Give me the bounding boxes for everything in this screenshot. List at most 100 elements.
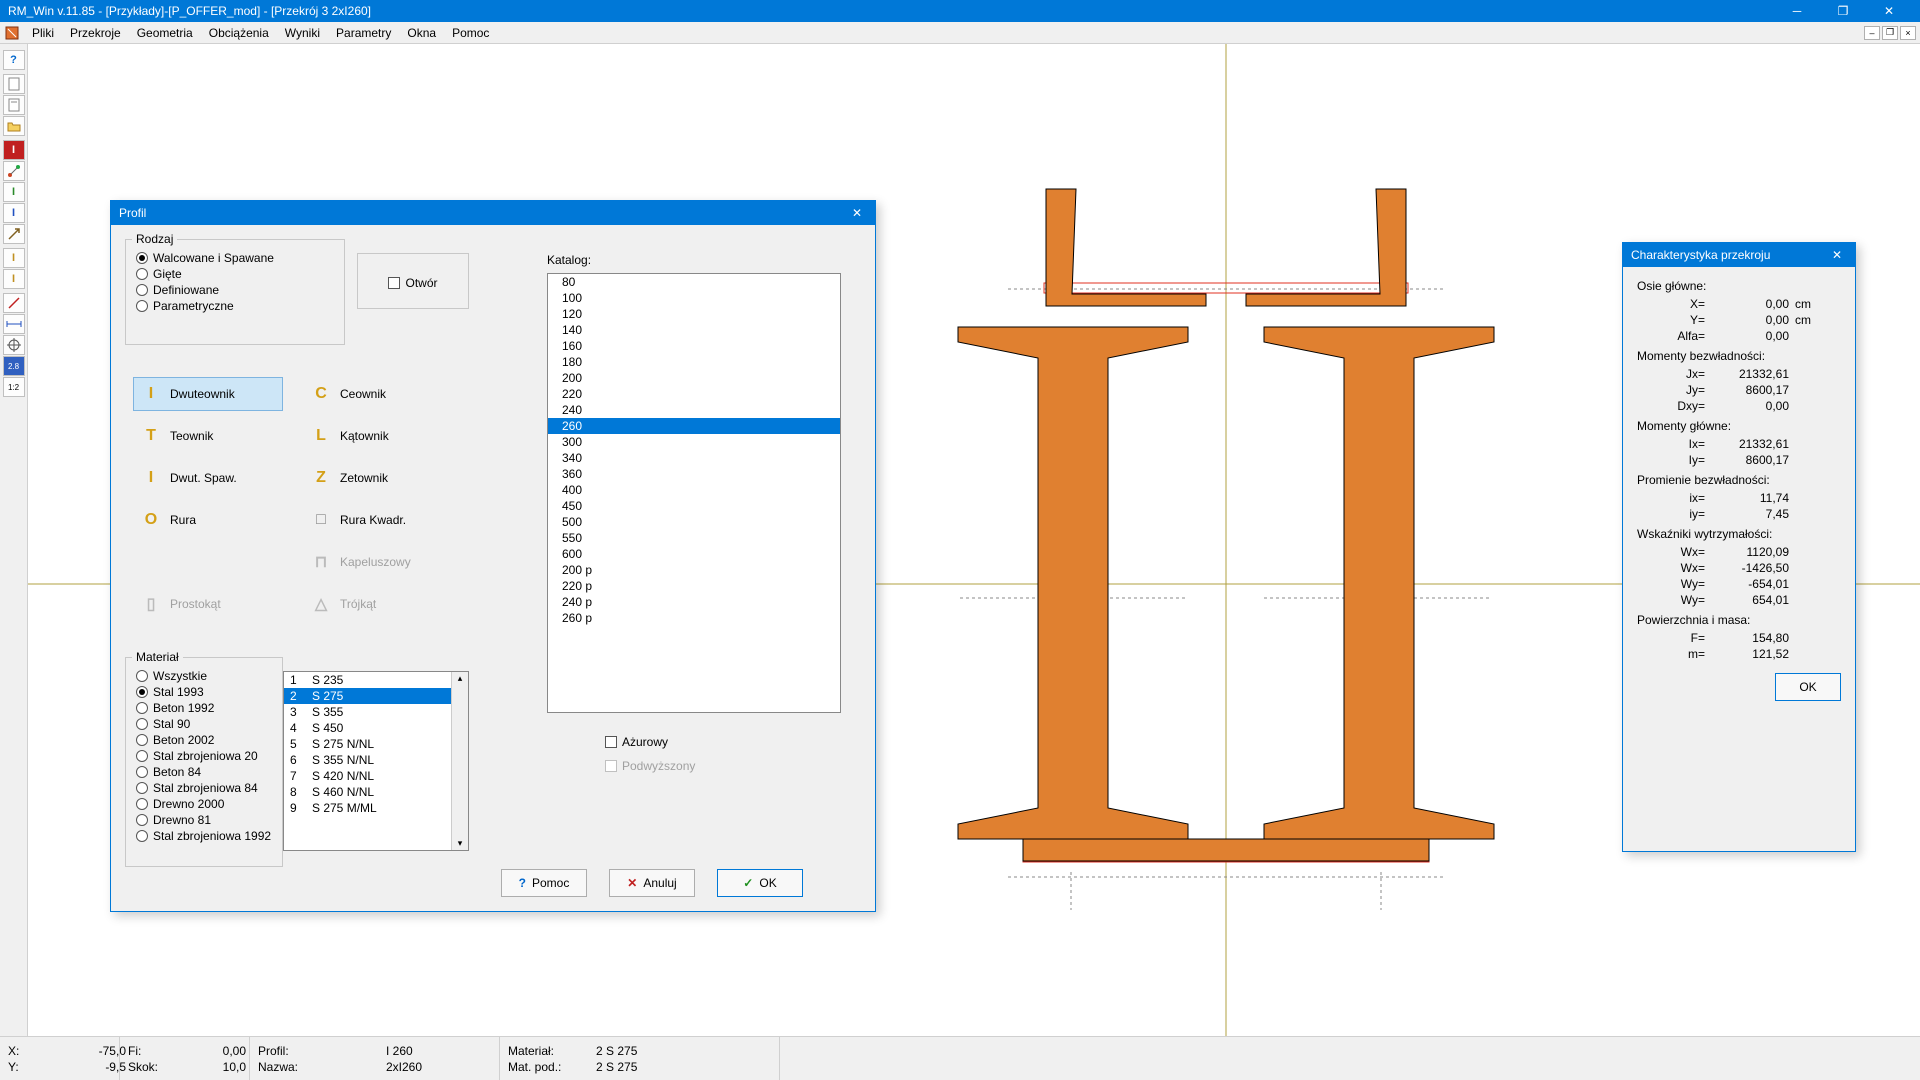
material-option[interactable]: Beton 2002 [136,732,272,748]
shape-ktownik[interactable]: LKątownik [303,419,453,453]
azurowy-checkbox[interactable]: Ażurowy [605,735,668,749]
shape-teownik[interactable]: TTeownik [133,419,283,453]
material-option[interactable]: Stal 90 [136,716,272,732]
material-item[interactable]: 4S 450 [284,720,468,736]
tool-measure[interactable] [3,293,25,313]
tool-page[interactable] [3,95,25,115]
scroll-up-icon[interactable]: ▴ [458,673,463,684]
shape-icon: O [142,511,160,529]
profile-dialog-titlebar[interactable]: Profil ✕ [111,201,875,225]
tool-scale[interactable]: 1:2 [3,377,25,397]
tool-beam-blue[interactable]: I [3,203,25,223]
shape-ceownik[interactable]: CCeownik [303,377,453,411]
close-button[interactable]: ✕ [1866,0,1912,22]
profile-dialog-close-button[interactable]: ✕ [847,206,867,220]
tool-section-red[interactable]: I [3,140,25,160]
characteristic-dialog-close-button[interactable]: ✕ [1827,248,1847,262]
menu-obciazenia[interactable]: Obciążenia [201,24,277,42]
material-item[interactable]: 5S 275 N/NL [284,736,468,752]
material-item[interactable]: 1S 235 [284,672,468,688]
menu-geometria[interactable]: Geometria [129,24,201,42]
shape-rura[interactable]: ORura [133,503,283,537]
katalog-item[interactable]: 100 [548,290,840,306]
katalog-item[interactable]: 260 [548,418,840,434]
menu-wyniki[interactable]: Wyniki [277,24,328,42]
tool-arrow[interactable] [3,224,25,244]
katalog-item[interactable]: 450 [548,498,840,514]
material-option[interactable]: Stal zbrojeniowa 20 [136,748,272,764]
char-ok-button[interactable]: OK [1775,673,1841,701]
material-option[interactable]: Stal zbrojeniowa 84 [136,780,272,796]
shape-dwutspaw[interactable]: IDwut. Spaw. [133,461,283,495]
katalog-item[interactable]: 500 [548,514,840,530]
tool-new[interactable] [3,74,25,94]
material-item[interactable]: 3S 355 [284,704,468,720]
material-option[interactable]: Wszystkie [136,668,272,684]
tool-help[interactable]: ? [3,50,25,70]
material-item[interactable]: 9S 275 M/ML [284,800,468,816]
tool-target[interactable] [3,335,25,355]
mdi-close-button[interactable]: × [1900,26,1916,40]
material-option[interactable]: Beton 84 [136,764,272,780]
otwor-checkbox[interactable]: Otwór [388,276,437,290]
tool-beam-gold2[interactable]: I [3,269,25,289]
katalog-item[interactable]: 120 [548,306,840,322]
katalog-item[interactable]: 600 [548,546,840,562]
scroll-down-icon[interactable]: ▾ [458,838,463,849]
mdi-restore-button[interactable]: ❐ [1882,26,1898,40]
katalog-item[interactable]: 160 [548,338,840,354]
tool-beam-green[interactable]: I [3,182,25,202]
minimize-button[interactable]: ─ [1774,0,1820,22]
katalog-item[interactable]: 550 [548,530,840,546]
katalog-item[interactable]: 200 [548,370,840,386]
katalog-item[interactable]: 400 [548,482,840,498]
mdi-minimize-button[interactable]: – [1864,26,1880,40]
material-item[interactable]: 8S 460 N/NL [284,784,468,800]
rodzaj-option[interactable]: Walcowane i Spawane [136,250,334,266]
tool-dim-h[interactable] [3,314,25,334]
material-item[interactable]: 7S 420 N/NL [284,768,468,784]
katalog-item[interactable]: 240 p [548,594,840,610]
katalog-item[interactable]: 220 p [548,578,840,594]
katalog-item[interactable]: 140 [548,322,840,338]
katalog-item[interactable]: 220 [548,386,840,402]
characteristic-dialog-titlebar[interactable]: Charakterystyka przekroju ✕ [1623,243,1855,267]
katalog-item[interactable]: 360 [548,466,840,482]
rodzaj-option[interactable]: Parametryczne [136,298,334,314]
rodzaj-option[interactable]: Gięte [136,266,334,282]
ok-button[interactable]: ✓OK [717,869,803,897]
material-option[interactable]: Drewno 81 [136,812,272,828]
material-item[interactable]: 2S 275 [284,688,468,704]
katalog-listbox[interactable]: 8010012014016018020022024026030034036040… [547,273,841,713]
katalog-item[interactable]: 260 p [548,610,840,626]
menu-parametry[interactable]: Parametry [328,24,399,42]
tool-nodes[interactable] [3,161,25,181]
menu-okna[interactable]: Okna [399,24,444,42]
katalog-item[interactable]: 80 [548,274,840,290]
menu-pomoc[interactable]: Pomoc [444,24,497,42]
material-option[interactable]: Drewno 2000 [136,796,272,812]
material-option[interactable]: Stal 1993 [136,684,272,700]
shape-zetownik[interactable]: ZZetownik [303,461,453,495]
material-option[interactable]: Beton 1992 [136,700,272,716]
material-listbox[interactable]: 1S 2352S 2753S 3554S 4505S 275 N/NL6S 35… [283,671,469,851]
anuluj-button[interactable]: ✕Anuluj [609,869,695,897]
katalog-item[interactable]: 180 [548,354,840,370]
shape-rurakwadr[interactable]: □Rura Kwadr. [303,503,453,537]
katalog-item[interactable]: 300 [548,434,840,450]
katalog-item[interactable]: 240 [548,402,840,418]
material-option[interactable]: Stal zbrojeniowa 1992 [136,828,272,844]
tool-beam-gold[interactable]: I [3,248,25,268]
katalog-item[interactable]: 200 p [548,562,840,578]
rodzaj-option[interactable]: Definiowane [136,282,334,298]
shape-dwuteownik[interactable]: IDwuteownik [133,377,283,411]
pomoc-button[interactable]: ?Pomoc [501,869,587,897]
scrollbar[interactable]: ▴▾ [451,672,468,850]
material-item[interactable]: 6S 355 N/NL [284,752,468,768]
menu-przekroje[interactable]: Przekroje [62,24,129,42]
katalog-item[interactable]: 340 [548,450,840,466]
menu-pliki[interactable]: Pliki [24,24,62,42]
maximize-button[interactable]: ❐ [1820,0,1866,22]
tool-num[interactable]: 2.8 [3,356,25,376]
tool-open[interactable] [3,116,25,136]
